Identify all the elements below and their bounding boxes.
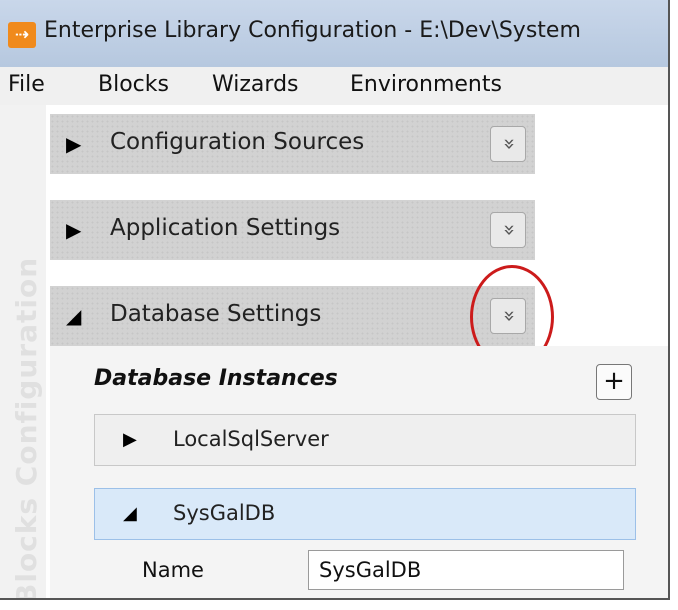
database-settings-panel: Database Instances + ▶ LocalSqlServer ◢ … xyxy=(50,346,668,598)
menu-blocks[interactable]: Blocks xyxy=(98,72,169,97)
database-instances-heading: Database Instances xyxy=(94,366,338,391)
section-label: Application Settings xyxy=(110,215,341,241)
name-property-label: Name xyxy=(142,558,204,582)
add-instance-button[interactable]: + xyxy=(596,364,632,400)
section-database-settings[interactable]: ◢ Database Settings » xyxy=(50,286,535,346)
expand-arrow-icon[interactable]: ▶ xyxy=(66,132,81,156)
expand-arrow-icon[interactable]: ▶ xyxy=(66,218,81,242)
menu-environments[interactable]: Environments xyxy=(350,72,502,97)
instance-row-localsqlserver[interactable]: ▶ LocalSqlServer xyxy=(94,414,636,466)
collapse-chevron-icon[interactable]: » xyxy=(490,212,526,248)
window-title: Enterprise Library Configuration - E:\De… xyxy=(44,18,581,43)
collapse-chevron-icon[interactable]: » xyxy=(490,126,526,162)
blocks-sidebar: Blocks Configuration xyxy=(0,105,46,600)
section-configuration-sources[interactable]: ▶ Configuration Sources » xyxy=(50,114,535,174)
menu-bar: File Blocks Wizards Environments xyxy=(0,67,668,105)
title-bar[interactable]: ⇢ Enterprise Library Configuration - E:\… xyxy=(0,0,668,67)
sidebar-label: Blocks Configuration xyxy=(10,256,43,600)
collapse-arrow-icon[interactable]: ◢ xyxy=(123,503,137,524)
app-window: ⇢ Enterprise Library Configuration - E:\… xyxy=(0,0,670,600)
name-property-input[interactable] xyxy=(308,550,624,590)
instance-label: LocalSqlServer xyxy=(173,427,329,451)
instance-row-sysgaldb[interactable]: ◢ SysGalDB xyxy=(94,488,636,540)
expand-arrow-icon[interactable]: ▶ xyxy=(123,429,137,450)
menu-wizards[interactable]: Wizards xyxy=(212,72,299,97)
instance-label: SysGalDB xyxy=(173,501,276,525)
section-application-settings[interactable]: ▶ Application Settings » xyxy=(50,200,535,260)
menu-file[interactable]: File xyxy=(8,72,45,97)
collapse-arrow-icon[interactable]: ◢ xyxy=(66,304,81,328)
section-label: Database Settings xyxy=(110,301,322,327)
section-label: Configuration Sources xyxy=(110,129,365,155)
app-icon: ⇢ xyxy=(8,22,36,48)
